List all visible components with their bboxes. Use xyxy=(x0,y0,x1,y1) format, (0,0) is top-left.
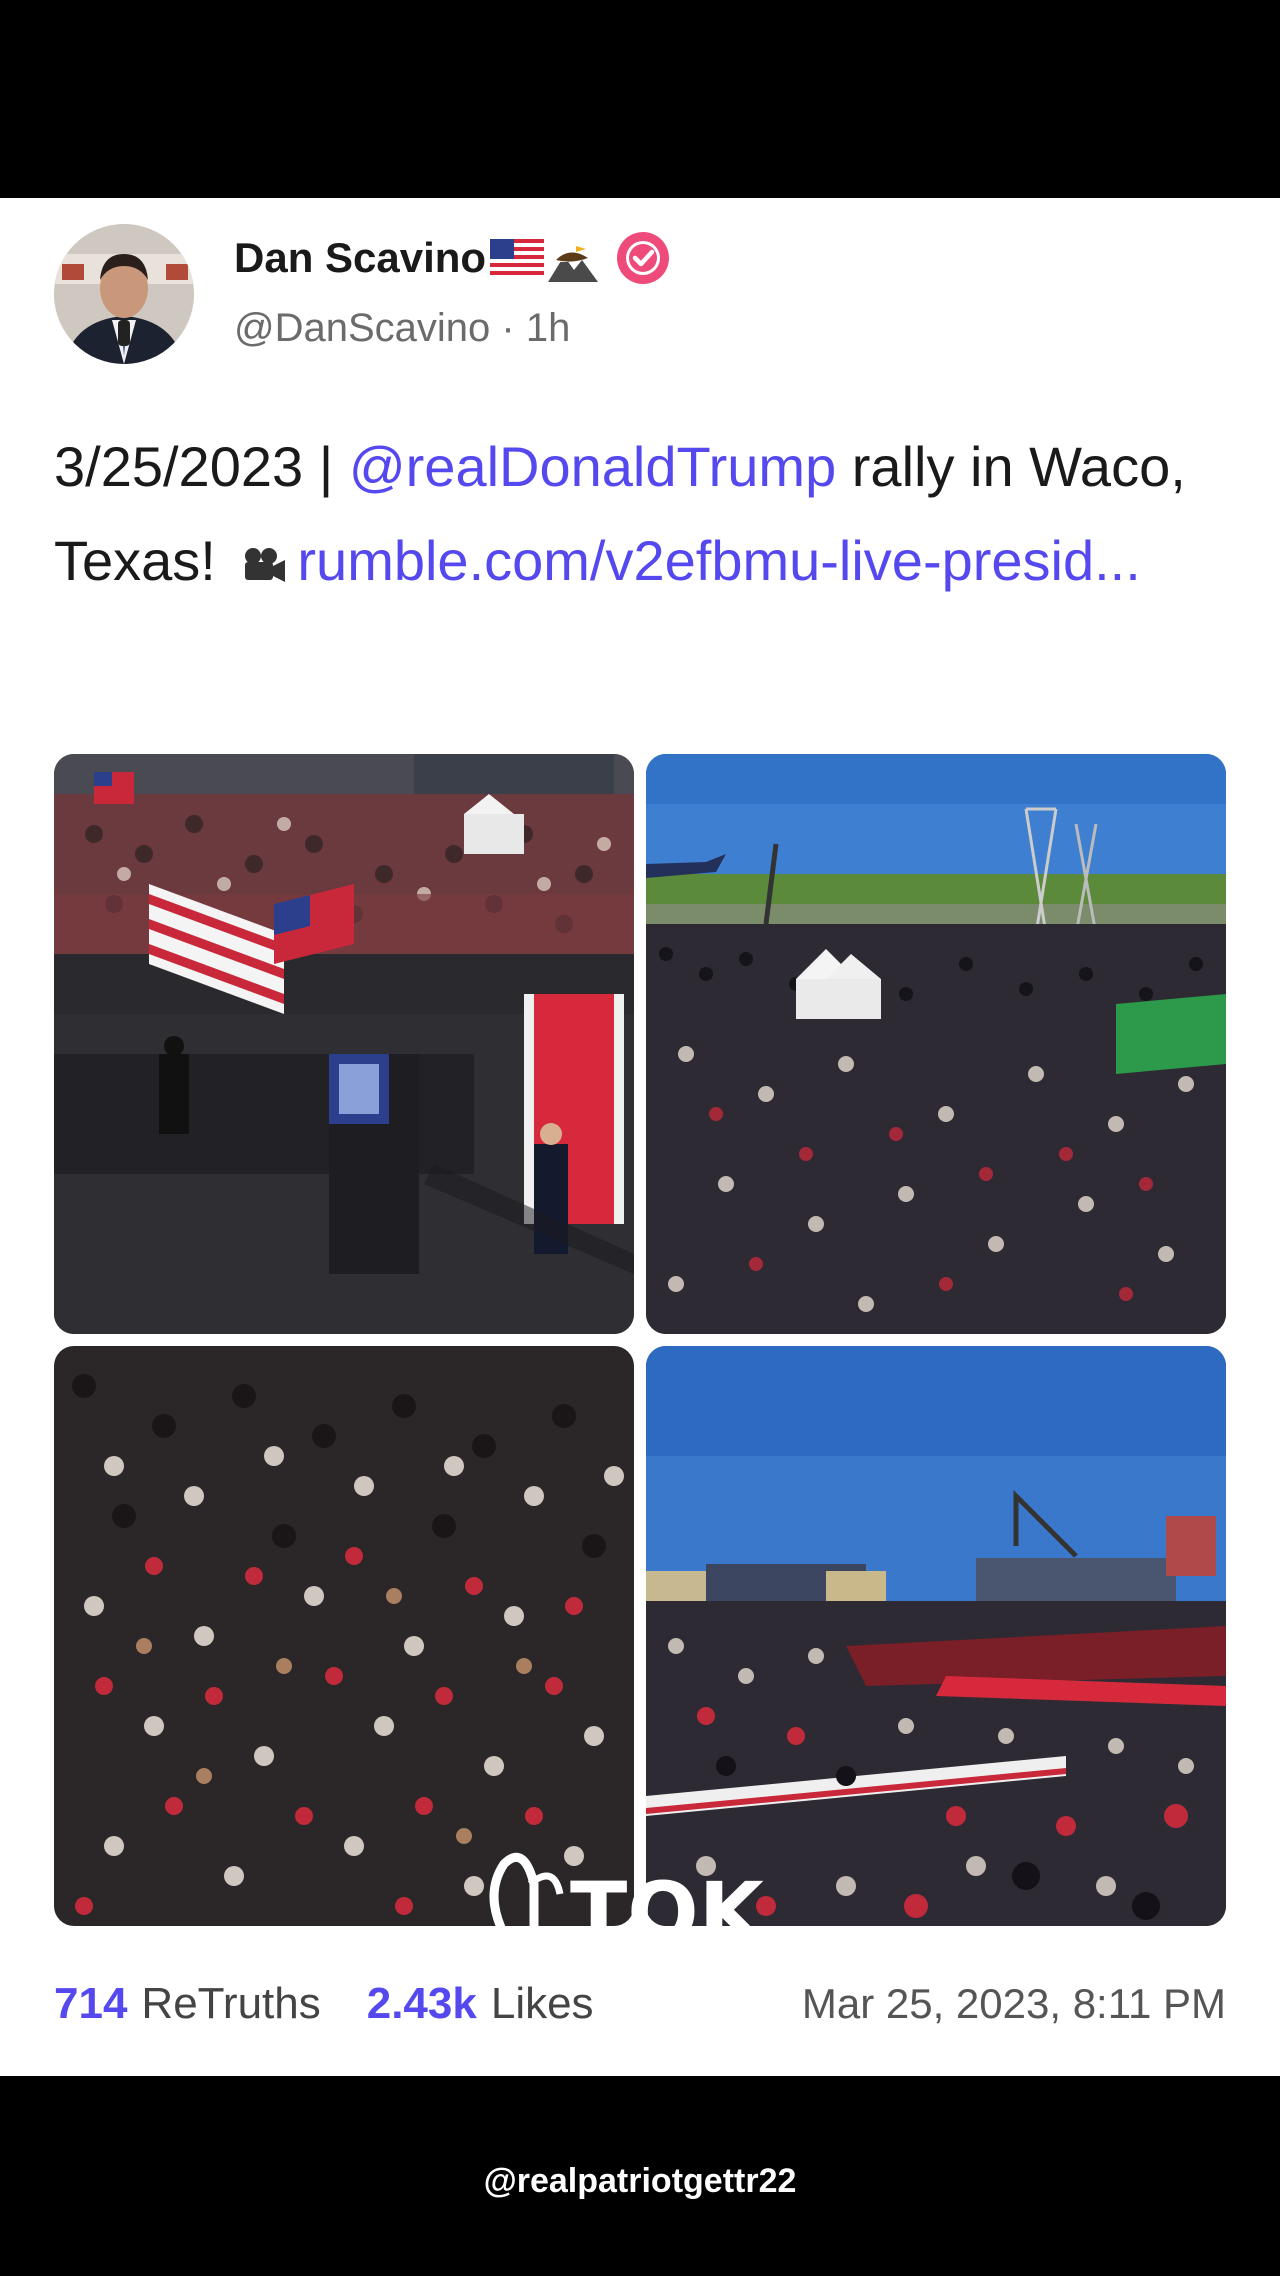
watermark-logo-text: TOK xyxy=(570,1864,767,1962)
watermark-handle: @realpatriotgettr22 xyxy=(483,2162,797,2200)
post-card: Dan Scavino @DanScavino · 1h 3/25/2023 | xyxy=(0,198,1280,2076)
post-separator: | xyxy=(318,435,334,498)
post-date: 3/25/2023 xyxy=(54,435,304,498)
post-stats: 714 ReTruths 2.43k Likes Mar 25, 2023, 8… xyxy=(54,1974,1226,2034)
top-black-bar xyxy=(0,0,1280,198)
media-grid xyxy=(54,754,1226,1926)
mention-link[interactable]: @realDonaldTrump xyxy=(349,435,836,498)
post-body: 3/25/2023 | @realDonaldTrump rally in Wa… xyxy=(54,420,1234,608)
retruths-stat[interactable]: 714 ReTruths xyxy=(54,1979,321,2029)
post-timestamp: Mar 25, 2023, 8:11 PM xyxy=(801,1980,1226,2027)
author-display-name[interactable]: Dan Scavino xyxy=(234,234,486,282)
media-image-2[interactable] xyxy=(646,754,1226,1334)
author-name-row: Dan Scavino xyxy=(234,228,670,288)
retruths-count: 714 xyxy=(54,1979,128,2028)
external-link[interactable]: rumble.com/v2efbmu-live-presid... xyxy=(297,529,1140,592)
likes-label: Likes xyxy=(490,1979,594,2028)
author-handle-time[interactable]: @DanScavino · 1h xyxy=(234,306,570,351)
tiktok-logo-watermark: TOK xyxy=(489,1852,767,1967)
eagle-icon xyxy=(548,239,599,282)
verified-badge-icon xyxy=(617,232,670,284)
likes-stat[interactable]: 2.43k Likes xyxy=(367,1979,594,2029)
media-image-1[interactable] xyxy=(54,754,634,1334)
author-avatar[interactable] xyxy=(54,224,194,364)
movie-camera-icon xyxy=(245,548,286,582)
us-flag-icon xyxy=(490,239,545,277)
retruths-label: ReTruths xyxy=(141,1979,321,2028)
likes-count: 2.43k xyxy=(366,1979,477,2028)
